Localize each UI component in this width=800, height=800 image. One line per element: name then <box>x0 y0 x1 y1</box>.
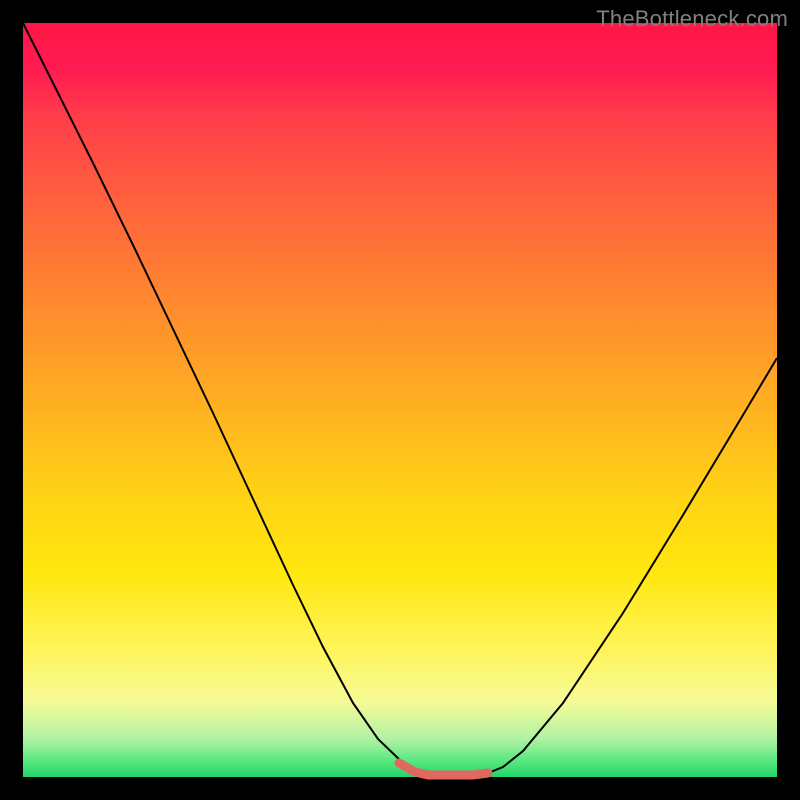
chart-area <box>23 23 777 777</box>
watermark-text: TheBottleneck.com <box>596 6 788 32</box>
bottom-marker <box>399 763 488 775</box>
chart-svg <box>23 23 777 777</box>
bottleneck-curve <box>23 23 777 775</box>
